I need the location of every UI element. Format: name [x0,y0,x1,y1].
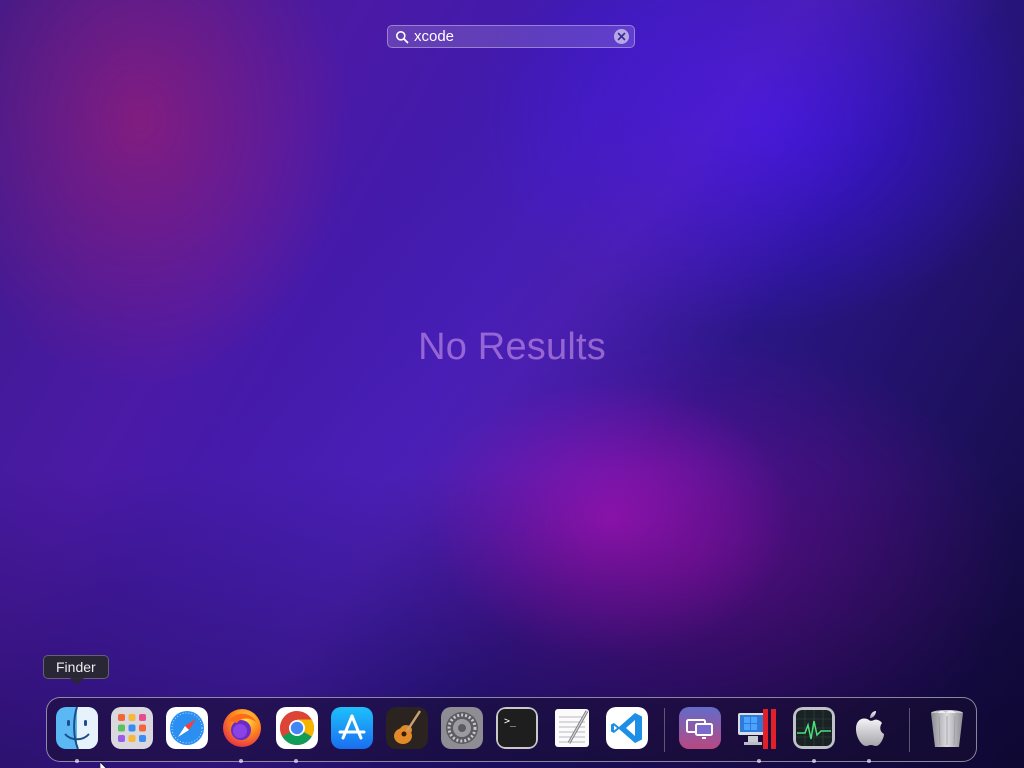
dock: >_ [46,697,977,763]
running-indicator [757,759,761,763]
vscode-icon [606,707,648,749]
clear-x-icon[interactable] [614,29,629,44]
dock-item-firefox[interactable] [220,706,264,750]
safari-icon [166,707,208,749]
dock-item-vscode[interactable] [605,706,649,750]
dock-item-trash[interactable] [925,706,969,750]
dock-item-launchpad[interactable] [110,706,154,750]
dock-item-chrome[interactable] [275,706,319,750]
system-preferences-icon [441,707,483,749]
textedit-icon [551,707,593,749]
screen-sharing-icon [679,707,721,749]
apple-logo-icon [848,707,890,749]
dock-item-safari[interactable] [165,706,209,750]
running-indicator [867,759,871,763]
chrome-icon [276,707,318,749]
dock-separator [909,708,910,752]
wallpaper-band [0,0,1024,768]
dock-item-apple[interactable] [847,706,891,750]
dock-item-parallels[interactable] [735,706,779,750]
running-indicator [812,759,816,763]
dock-item-app-store[interactable] [330,706,374,750]
mouse-cursor-icon [100,762,107,768]
dock-tooltip: Finder [43,655,109,685]
app-store-icon [331,707,373,749]
parallels-icon [736,707,778,749]
dock-item-screen-sharing[interactable] [678,706,722,750]
dock-item-finder[interactable] [55,706,99,750]
launchpad-search-field[interactable] [387,25,635,48]
dock-item-terminal[interactable]: >_ [495,706,539,750]
finder-icon [56,707,98,749]
running-indicator [294,759,298,763]
search-input[interactable] [409,26,614,47]
running-indicator [75,759,79,763]
dock-item-activity-monitor[interactable] [792,706,836,750]
dock-item-system-preferences[interactable] [440,706,484,750]
svg-text:>_: >_ [504,716,517,727]
no-results-message: No Results [418,326,606,368]
tooltip-label: Finder [56,659,96,675]
running-indicator [239,759,243,763]
trash-icon [926,707,968,749]
terminal-icon: >_ [496,707,538,749]
dock-item-textedit[interactable] [550,706,594,750]
magnifying-glass-icon [396,30,409,43]
firefox-icon [221,707,263,749]
launchpad-icon [111,707,153,749]
dock-item-garageband[interactable] [385,706,429,750]
activity-monitor-icon [793,707,835,749]
dock-separator [664,708,665,752]
garageband-icon [386,707,428,749]
